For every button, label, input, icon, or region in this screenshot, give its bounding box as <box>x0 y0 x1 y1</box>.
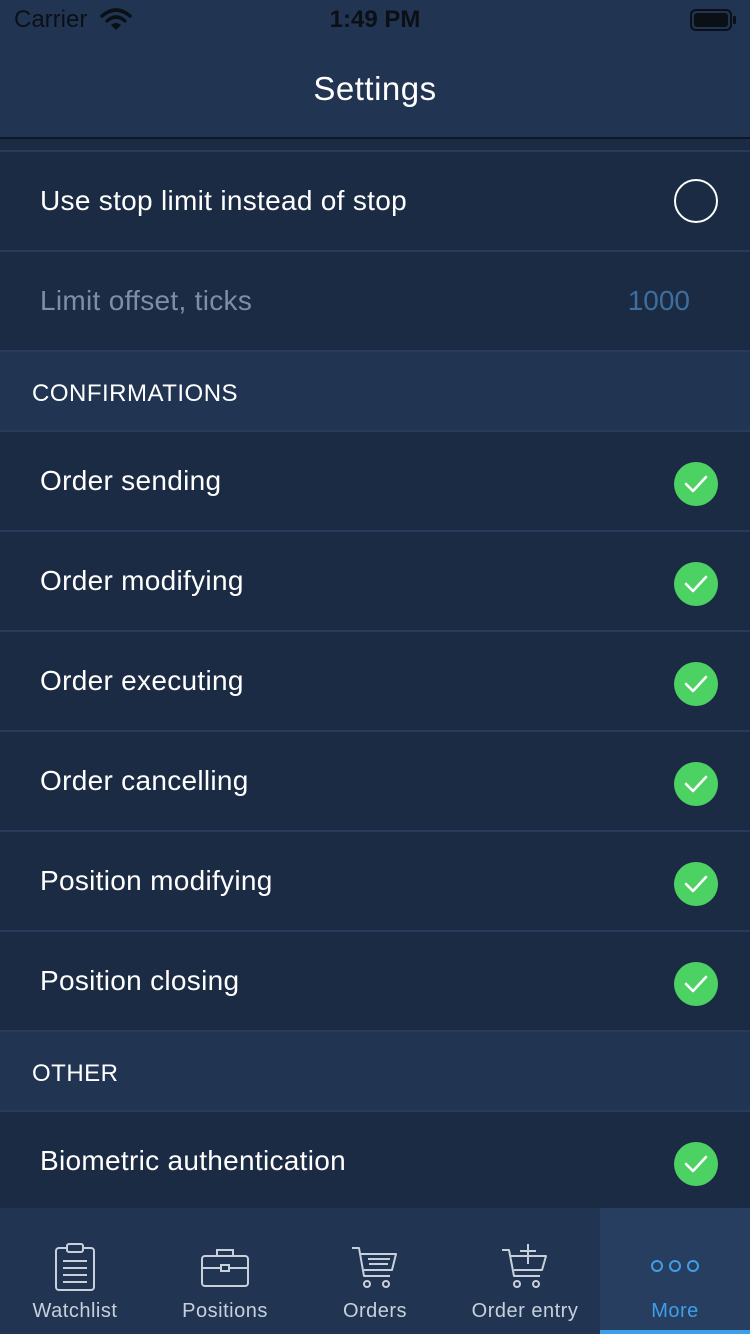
use-stop-limit-row[interactable]: Use stop limit instead of stop <box>0 150 750 250</box>
use-stop-limit-toggle[interactable] <box>674 179 718 223</box>
limit-offset-label: Limit offset, ticks <box>40 285 253 316</box>
confirmation-order-executing-row[interactable]: Order executing <box>0 630 750 730</box>
confirmation-position-closing-row[interactable]: Position closing <box>0 930 750 1030</box>
checkmark-circle-icon[interactable] <box>674 862 718 906</box>
limit-offset-row[interactable]: Limit offset, ticks 1000 <box>0 250 750 350</box>
tab-label: Watchlist <box>32 1300 118 1322</box>
limit-offset-value[interactable]: 1000 <box>628 285 690 317</box>
tab-order-entry[interactable]: Order entry <box>450 1208 600 1334</box>
tab-label: More <box>651 1300 699 1322</box>
checkmark-circle-icon[interactable] <box>674 962 718 1006</box>
confirmations-section-header: CONFIRMATIONS <box>0 350 750 434</box>
confirmation-item-label: Position modifying <box>40 865 273 896</box>
confirmation-order-sending-row[interactable]: Order sending <box>0 430 750 530</box>
more-dots-icon <box>651 1260 699 1272</box>
cart-plus-icon <box>502 1244 547 1288</box>
status-bar: Carrier 1:49 PM <box>0 0 750 40</box>
tab-positions[interactable]: Positions <box>150 1208 300 1334</box>
status-time: 1:49 PM <box>329 6 421 33</box>
confirmations-section-title: CONFIRMATIONS <box>32 380 239 407</box>
checkmark-circle-icon[interactable] <box>674 562 718 606</box>
confirmation-item-label: Order executing <box>40 665 244 696</box>
tab-label: Order entry <box>471 1300 579 1322</box>
checkmark-circle-icon[interactable] <box>674 1142 718 1186</box>
navigation-bar: Settings <box>0 40 750 139</box>
biometric-authentication-label: Biometric authentication <box>40 1145 347 1176</box>
confirmation-item-label: Order cancelling <box>40 765 249 796</box>
checkmark-circle-icon[interactable] <box>674 762 718 806</box>
confirmation-order-modifying-row[interactable]: Order modifying <box>0 530 750 630</box>
page-title: Settings <box>313 70 437 107</box>
use-stop-limit-label: Use stop limit instead of stop <box>40 185 407 216</box>
tab-label: Orders <box>342 1300 408 1322</box>
biometric-authentication-row[interactable]: Biometric authentication <box>0 1110 750 1208</box>
other-section-title: OTHER <box>32 1060 119 1087</box>
tab-bar: Watchlist Positions Orders Order entry M… <box>0 1208 750 1334</box>
tab-orders[interactable]: Orders <box>300 1208 450 1334</box>
confirmation-item-label: Order modifying <box>40 565 244 596</box>
active-tab-indicator <box>600 1330 750 1334</box>
confirmation-order-cancelling-row[interactable]: Order cancelling <box>0 730 750 830</box>
confirmation-item-label: Order sending <box>40 465 222 496</box>
battery-icon <box>690 9 736 31</box>
confirmation-item-label: Position closing <box>40 965 240 996</box>
tab-more[interactable]: More <box>600 1208 750 1334</box>
checkmark-circle-icon[interactable] <box>674 462 718 506</box>
confirmation-position-modifying-row[interactable]: Position modifying <box>0 830 750 930</box>
briefcase-icon <box>201 1249 249 1287</box>
settings-list[interactable]: Use stop limit instead of stop Limit off… <box>0 139 750 1208</box>
tab-label: Positions <box>182 1300 268 1322</box>
checkmark-circle-icon[interactable] <box>674 662 718 706</box>
clipboard-list-icon <box>55 1243 95 1291</box>
other-section-header: OTHER <box>0 1030 750 1114</box>
cart-list-icon <box>352 1247 397 1288</box>
tab-watchlist[interactable]: Watchlist <box>0 1208 150 1334</box>
